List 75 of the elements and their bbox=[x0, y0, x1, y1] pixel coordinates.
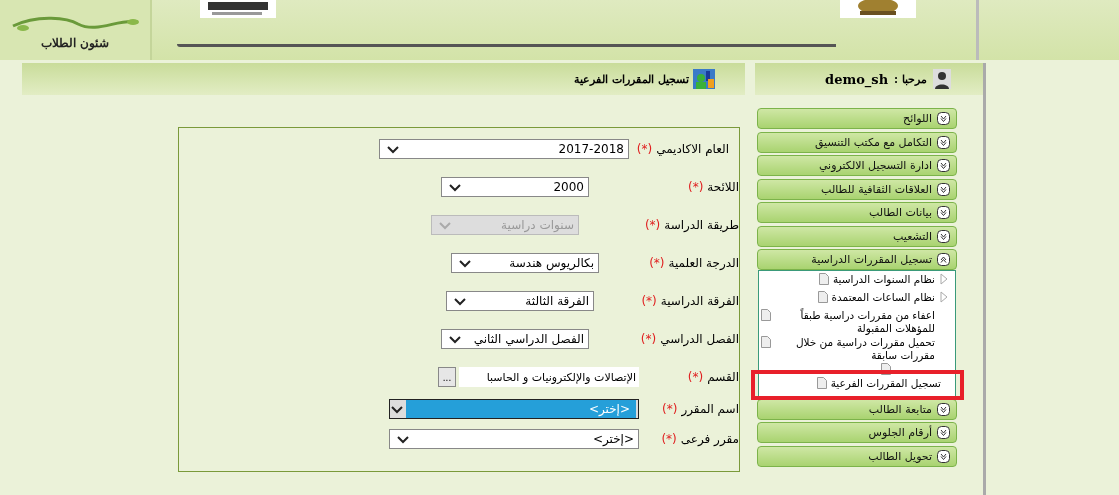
expand-icon bbox=[937, 112, 950, 125]
expand-icon bbox=[937, 426, 950, 439]
menu-item[interactable]: التشعيب bbox=[757, 225, 957, 247]
menu-item[interactable]: تسجيل المقررات الدراسية bbox=[757, 249, 957, 270]
menu-item[interactable]: اللوائح bbox=[757, 108, 957, 129]
logo-icon bbox=[200, 0, 276, 18]
user-name: demo_sh bbox=[825, 71, 889, 87]
greeting-label: مرحبا : bbox=[894, 72, 927, 86]
menu-item[interactable]: ادارة التسجيل الالكتروني bbox=[757, 155, 957, 176]
field-label: مقرر فرعى bbox=[680, 432, 739, 446]
field-label: الفصل الدراسي bbox=[660, 332, 739, 346]
field-label: العام الاكاديمي bbox=[656, 142, 729, 156]
submenu-link[interactable]: نظام الساعات المعتمدة bbox=[831, 290, 935, 304]
menu-item[interactable]: بيانات الطالب bbox=[757, 202, 957, 223]
select-field[interactable]: الفرقة الثالثة bbox=[446, 291, 594, 311]
users-icon bbox=[693, 69, 715, 89]
document-icon bbox=[761, 335, 771, 348]
collapse-icon bbox=[937, 253, 950, 266]
submenu-link[interactable]: اعفاء من مقررات دراسية طبقاً للمؤهلات المقبولة bbox=[775, 308, 935, 335]
expand-icon bbox=[937, 206, 950, 219]
submenu-link[interactable]: تحميل مقررات دراسية من خلال مقررات سابقة bbox=[775, 335, 935, 362]
field-label: اللائحة bbox=[707, 180, 739, 194]
field-label: الدرجة العلمية bbox=[668, 256, 739, 270]
submenu-link[interactable]: نظام السنوات الدراسية bbox=[833, 272, 935, 286]
triangle-icon bbox=[939, 272, 949, 285]
required-mark: (*) bbox=[644, 218, 661, 232]
emblem-icon bbox=[840, 0, 916, 18]
chevron-down-icon bbox=[448, 334, 462, 344]
field-label: الفرقة الدراسية bbox=[660, 294, 739, 308]
expand-icon bbox=[937, 135, 950, 149]
select-field[interactable]: بكالريوس هندسة bbox=[451, 253, 599, 273]
menu-item[interactable]: العلاقات الثقافية للطالب bbox=[757, 178, 957, 200]
browse-button[interactable]: ... bbox=[438, 367, 456, 387]
menu-item[interactable]: تحويل الطالب bbox=[757, 445, 957, 467]
document-icon bbox=[819, 272, 829, 285]
input-field[interactable]: الإتصالات والإلكترونيات و الحاسبا bbox=[459, 367, 639, 387]
chevron-down-icon bbox=[396, 434, 410, 444]
chevron-down-icon bbox=[386, 144, 400, 154]
required-mark: (*) bbox=[640, 332, 657, 346]
required-mark: (*) bbox=[687, 370, 704, 384]
required-mark: (*) bbox=[661, 432, 677, 446]
expand-icon bbox=[937, 402, 950, 416]
user-icon bbox=[933, 69, 951, 89]
required-mark: (*) bbox=[636, 142, 653, 156]
document-icon bbox=[816, 376, 827, 389]
section-label: شئون الطلاب bbox=[40, 36, 110, 53]
select-field[interactable]: <إختر> bbox=[389, 429, 639, 449]
expand-icon bbox=[937, 449, 950, 463]
chevron-down-icon bbox=[448, 182, 462, 192]
field-label: اسم المقرر bbox=[681, 402, 739, 416]
field-label: طريقة الدراسة bbox=[664, 218, 739, 232]
expand-icon bbox=[937, 229, 950, 243]
expand-icon bbox=[937, 159, 950, 172]
menu-item[interactable]: التكامل مع مكتب التنسيق bbox=[757, 131, 957, 153]
required-mark: (*) bbox=[687, 180, 704, 194]
chevron-down-icon bbox=[458, 258, 472, 268]
required-mark: (*) bbox=[649, 256, 665, 270]
menu-item[interactable]: أرقام الجلوس bbox=[757, 422, 957, 443]
required-mark: (*) bbox=[641, 294, 657, 308]
chevron-down-icon bbox=[390, 404, 404, 414]
select-field[interactable]: 2000 bbox=[441, 177, 589, 197]
document-icon bbox=[761, 308, 771, 321]
document-icon bbox=[817, 290, 828, 303]
required-mark: (*) bbox=[662, 402, 678, 416]
submenu-link[interactable]: تسجيل المقررات الفرعية bbox=[830, 376, 941, 390]
field-label: القسم bbox=[707, 370, 739, 384]
select-field[interactable]: الفصل الدراسي الثاني bbox=[441, 329, 589, 349]
menu-item[interactable]: متابعة الطالب bbox=[757, 398, 957, 420]
page-title: تسجيل المقررات الفرعية bbox=[574, 72, 689, 86]
expand-icon bbox=[937, 182, 950, 196]
triangle-icon bbox=[939, 290, 949, 303]
document-icon bbox=[881, 362, 891, 375]
select-field[interactable]: 2017-2018 bbox=[379, 139, 629, 159]
chevron-down-icon bbox=[453, 296, 467, 306]
chevron-down-icon bbox=[438, 220, 452, 230]
